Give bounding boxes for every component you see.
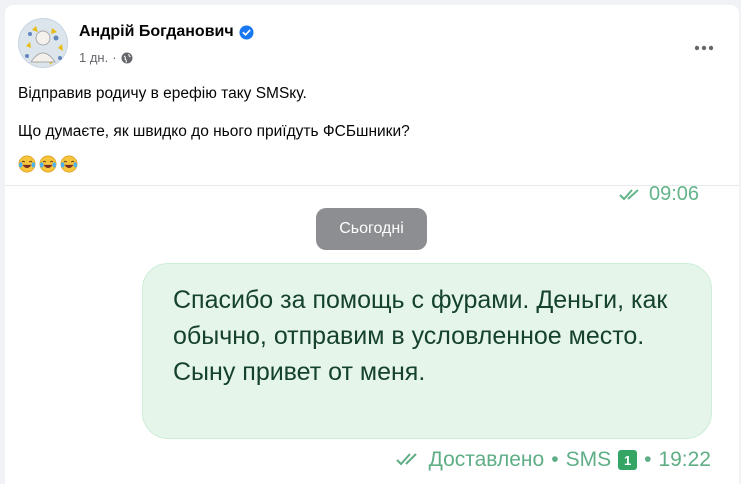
post-time[interactable]: 1 дн. — [79, 50, 108, 65]
previous-message-status: 09:06 — [619, 183, 699, 206]
double-check-icon — [395, 453, 417, 466]
message-channel: SMS — [565, 448, 612, 471]
more-dots-icon — [694, 45, 714, 51]
post-header: Андрій Богданович 1 дн. · — [18, 18, 726, 74]
globe-icon — [121, 52, 133, 63]
meta-separator: · — [112, 50, 117, 65]
message-time: 19:22 — [658, 448, 711, 471]
message-status: Доставлено • SMS 1 • 19:22 — [395, 448, 711, 472]
double-check-icon — [619, 188, 639, 200]
status-bullet: • — [644, 448, 652, 471]
date-separator: Сьогодні — [316, 208, 427, 250]
laughing-crying-emoji-icon — [60, 155, 78, 173]
delivery-status: Доставлено — [428, 448, 545, 471]
more-options-button[interactable] — [686, 30, 722, 66]
message-bubble[interactable]: Спасибо за помощь с фурами. Деньги, как … — [142, 263, 712, 439]
post-meta: 1 дн. · — [79, 50, 133, 65]
laughing-crying-emoji-icon — [18, 155, 36, 173]
avatar-image — [18, 18, 68, 68]
message-text: Спасибо за помощь с фурами. Деньги, как … — [173, 286, 668, 386]
post-text-line-2: Що думаєте, як швидко до нього приїдуть … — [18, 123, 410, 140]
post-text-line-1: Відправив родичу в ерефію таку SMSку. — [18, 85, 307, 102]
sms-screenshot[interactable]: 09:06 Сьогодні Спасибо за помощь с фурам… — [5, 183, 739, 484]
previous-message-time: 09:06 — [649, 183, 700, 205]
status-bullet: • — [551, 448, 559, 471]
laughing-crying-emoji-icon — [39, 155, 57, 173]
emoji-row — [18, 155, 81, 173]
author-row: Андрій Богданович — [79, 23, 254, 41]
author-name[interactable]: Андрій Богданович — [79, 23, 234, 41]
facebook-post-card: Андрій Богданович 1 дн. · Відправив роди… — [5, 5, 739, 484]
verified-badge-icon — [239, 24, 254, 40]
sim-card-icon: 1 — [618, 450, 638, 470]
avatar[interactable] — [18, 18, 68, 68]
